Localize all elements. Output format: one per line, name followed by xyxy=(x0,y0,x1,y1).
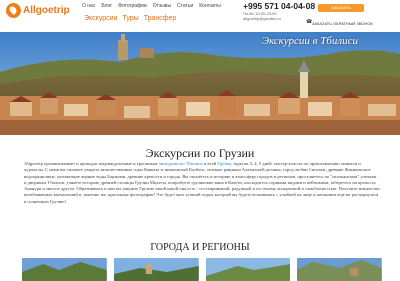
nav-item-contacts[interactable]: Контакты xyxy=(199,3,221,9)
phone-number[interactable]: +995 571 04-04-08 xyxy=(243,1,315,11)
nav-item-articles[interactable]: Статьи xyxy=(177,3,193,9)
phone-icon: ☎ xyxy=(306,20,313,25)
page-title: Экскурсии по Грузии xyxy=(145,146,255,160)
contact-block: +995 571 04-04-08 Пн-Вс 10:00-23:00 allg… xyxy=(243,1,315,21)
intro-part-a: Allgoetrip организовывает и проводит инд… xyxy=(24,161,159,166)
region-image xyxy=(113,258,199,281)
nav-item-excursions[interactable]: Экскурсии xyxy=(84,15,117,22)
nav-item-transfer[interactable]: Трансфер xyxy=(144,15,177,22)
region-card[interactable] xyxy=(113,258,199,281)
location-pin-icon xyxy=(6,3,21,18)
callback-link[interactable]: ЗАКАЗАТЬ ОБРАТНЫЙ ЗВОНОК xyxy=(312,21,373,26)
logo-text: Allgoetrip xyxy=(23,5,70,16)
link-excursions-tbilisi[interactable]: экскурсии по Тбилиси xyxy=(159,161,203,166)
intro-part-c: , туры на 3, 4, 5 дней, мастер-классы по… xyxy=(24,161,380,204)
hero-banner: Экскурсии в Тбилиси xyxy=(0,32,400,135)
top-nav: О нас Блог Фотографии Отзывы Статьи Конт… xyxy=(82,3,221,9)
link-georgia[interactable]: Грузии xyxy=(217,161,231,166)
nav-item-photos[interactable]: Фотографии xyxy=(118,3,147,9)
intro-text: Allgoetrip организовывает и проводит инд… xyxy=(24,161,380,205)
regions-title: ГОРОДА И РЕГИОНЫ xyxy=(150,242,250,253)
region-card[interactable] xyxy=(205,258,291,281)
region-image xyxy=(22,258,107,281)
region-image xyxy=(205,258,291,281)
hero-title: Экскурсии в Тбилиси xyxy=(261,35,358,47)
nav-item-about[interactable]: О нас xyxy=(82,3,95,9)
nav-item-blog[interactable]: Блог xyxy=(101,3,112,9)
main-nav: Экскурсии Туры Трансфер xyxy=(84,15,176,22)
regions-cards xyxy=(22,258,382,281)
nav-item-reviews[interactable]: Отзывы xyxy=(153,3,171,9)
region-card[interactable] xyxy=(297,258,382,281)
region-card[interactable] xyxy=(22,258,107,281)
tbilisi-panorama-image xyxy=(0,32,400,135)
logo[interactable]: Allgoetrip xyxy=(6,3,70,18)
order-button[interactable]: ЗАКАЗАТЬ xyxy=(318,4,364,12)
nav-item-tours[interactable]: Туры xyxy=(122,15,138,22)
email-address[interactable]: allgoetrip@yandex.ru xyxy=(243,16,315,21)
site-header: Allgoetrip О нас Блог Фотографии Отзывы … xyxy=(0,0,400,32)
intro-part-b: и всей xyxy=(202,161,218,166)
region-image xyxy=(297,258,382,281)
